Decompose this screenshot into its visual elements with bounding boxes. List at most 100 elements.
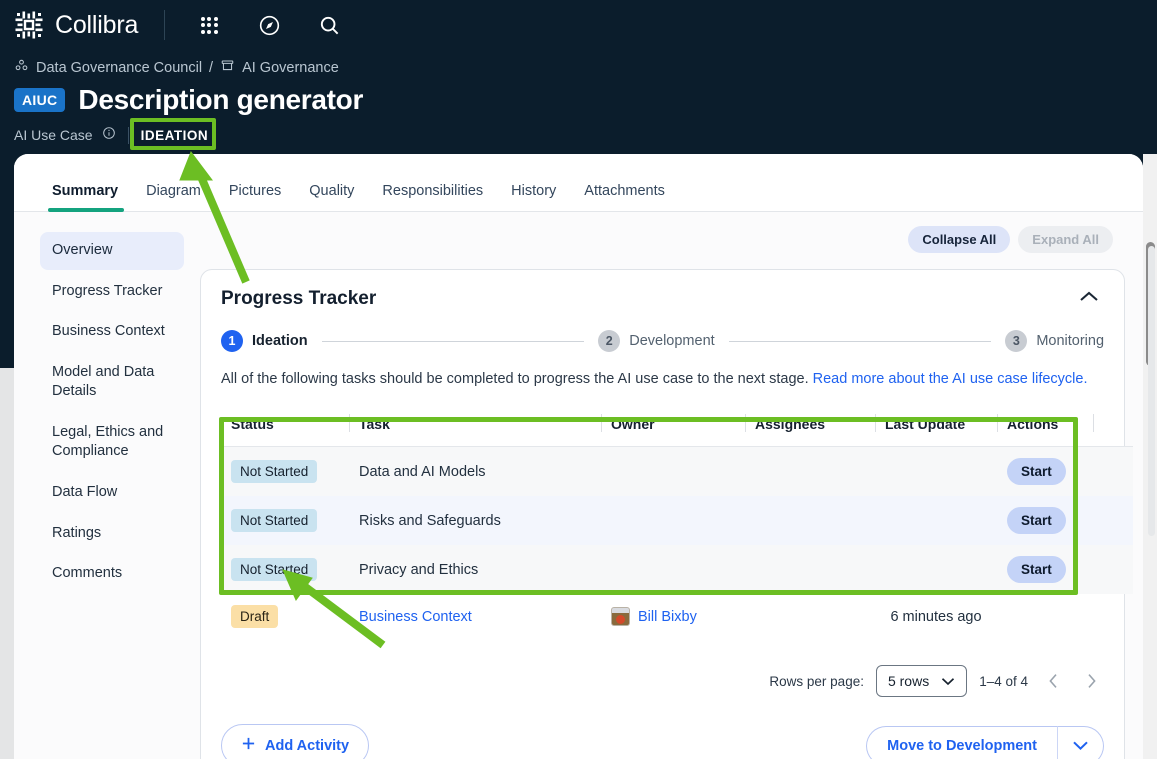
sidebar-item-overview[interactable]: Overview	[40, 232, 184, 270]
cell-last-update	[875, 496, 997, 546]
cell-status: Not Started	[221, 446, 349, 497]
cell-last-update	[875, 446, 997, 497]
chevron-left-icon[interactable]	[1040, 668, 1066, 694]
rows-per-page-value: 5 rows	[887, 673, 930, 690]
card-title: Progress Tracker	[221, 288, 377, 309]
brand-logo[interactable]: Collibra	[0, 10, 138, 40]
lifecycle-link[interactable]: Read more about the AI use case lifecycl…	[813, 371, 1088, 387]
community-icon	[14, 58, 29, 77]
cell-task: Data and AI Models	[349, 446, 601, 497]
table-row[interactable]: Not Started Risks and Safeguards Start	[221, 496, 1133, 546]
start-button[interactable]: Start	[1007, 507, 1066, 535]
column-spacer	[1093, 410, 1133, 448]
column-owner[interactable]: Owner	[601, 410, 745, 448]
pagination: Rows per page: 5 rows 1–4 of 4	[221, 665, 1104, 698]
move-to-development-split-button: Move to Development	[866, 725, 1104, 759]
cell-actions: Start	[997, 496, 1093, 546]
rows-per-page-select[interactable]: 5 rows	[875, 665, 968, 698]
page-title-row: AIUC Description generator	[14, 84, 363, 116]
lifecycle-stepper: 1 Ideation 2 Development 3 Monitoring	[221, 330, 1104, 352]
owner-link[interactable]: Bill Bixby	[638, 609, 697, 625]
sidebar-item-data-flow[interactable]: Data Flow	[40, 474, 184, 512]
breadcrumb-separator: /	[209, 59, 214, 76]
column-status[interactable]: Status	[221, 410, 349, 448]
cell-owner	[601, 545, 745, 595]
sidebar-item-comments[interactable]: Comments	[40, 555, 184, 593]
step-label: Ideation	[252, 333, 308, 349]
main-panel: Summary Diagram Pictures Quality Respons…	[14, 154, 1143, 759]
start-button[interactable]: Start	[1007, 556, 1066, 584]
collapse-all-button[interactable]: Collapse All	[908, 226, 1011, 253]
expand-all-button[interactable]: Expand All	[1018, 226, 1113, 253]
breadcrumb-community[interactable]: Data Governance Council	[36, 60, 202, 76]
section-nav: Overview Progress Tracker Business Conte…	[14, 212, 200, 759]
status-badge: IDEATION	[140, 127, 209, 143]
step-number: 3	[1005, 330, 1028, 352]
compass-icon[interactable]	[257, 13, 281, 37]
search-icon[interactable]	[317, 13, 341, 37]
progress-tracker-card: Progress Tracker 1 Ideation 2 Developmen…	[200, 269, 1133, 759]
tab-diagram[interactable]: Diagram	[132, 183, 215, 211]
task-table: Status Task Owner Assignees Last Update …	[221, 410, 1133, 639]
info-icon[interactable]	[102, 126, 116, 145]
column-task[interactable]: Task	[349, 410, 601, 448]
plus-icon	[241, 736, 256, 755]
step-development[interactable]: 2 Development	[598, 330, 715, 352]
column-actions[interactable]: Actions	[997, 410, 1093, 448]
cell-assignees	[745, 594, 875, 639]
cell-owner: Bill Bixby	[601, 594, 745, 639]
cell-assignees	[745, 545, 875, 595]
cell-spacer	[1093, 594, 1133, 639]
table-row[interactable]: Not Started Data and AI Models Start	[221, 446, 1133, 497]
breadcrumb-domain[interactable]: AI Governance	[242, 60, 339, 76]
brand-name: Collibra	[55, 10, 139, 39]
page-title: Description generator	[78, 84, 364, 115]
tab-responsibilities[interactable]: Responsibilities	[368, 183, 497, 211]
sidebar-item-ratings[interactable]: Ratings	[40, 515, 184, 553]
move-to-development-button[interactable]: Move to Development	[866, 725, 1058, 759]
asset-type-chip: AIUC	[14, 88, 66, 112]
collapse-controls: Collapse All Expand All	[200, 212, 1125, 253]
chevron-down-icon[interactable]	[1058, 725, 1104, 759]
page-meta-row: AI Use Case IDEATION	[14, 124, 208, 146]
apps-grid-icon[interactable]	[197, 13, 221, 37]
left-edge-strip	[0, 368, 14, 759]
column-last-update[interactable]: Last Update	[875, 410, 997, 448]
lifecycle-description: All of the following tasks should be com…	[221, 369, 1104, 390]
cell-actions: Start	[997, 446, 1093, 497]
avatar	[611, 607, 630, 627]
table-row[interactable]: Draft Business Context Bill Bixby 6 minu…	[221, 594, 1133, 639]
cell-status: Not Started	[221, 545, 349, 595]
meta-divider	[127, 126, 129, 144]
add-activity-button[interactable]: Add Activity	[221, 724, 370, 759]
cell-assignees	[745, 446, 875, 497]
cell-last-update	[875, 545, 997, 595]
cell-owner	[601, 496, 745, 546]
card-actions: Add Activity Move to Development	[221, 724, 1104, 759]
sidebar-item-business-context[interactable]: Business Context	[40, 313, 184, 351]
cell-task: Risks and Safeguards	[349, 496, 601, 546]
tab-summary[interactable]: Summary	[40, 183, 132, 212]
sidebar-item-model-and-data-details[interactable]: Model and Data Details	[40, 354, 184, 411]
tab-history[interactable]: History	[497, 183, 570, 211]
content-scrollbar-thumb[interactable]	[1148, 246, 1155, 536]
column-assignees[interactable]: Assignees	[745, 410, 875, 448]
tab-attachments[interactable]: Attachments	[570, 183, 679, 211]
step-label: Development	[629, 333, 715, 349]
status-badge: Not Started	[231, 460, 318, 484]
task-link[interactable]: Business Context	[359, 609, 472, 625]
tab-pictures[interactable]: Pictures	[215, 183, 295, 211]
tab-quality[interactable]: Quality	[295, 183, 368, 211]
rows-per-page-label: Rows per page:	[769, 673, 864, 689]
chevron-right-icon[interactable]	[1078, 668, 1104, 694]
start-button[interactable]: Start	[1007, 458, 1066, 486]
sidebar-item-progress-tracker[interactable]: Progress Tracker	[40, 273, 184, 311]
step-connector	[321, 340, 585, 342]
step-monitoring[interactable]: 3 Monitoring	[1005, 330, 1104, 352]
step-ideation[interactable]: 1 Ideation	[221, 330, 308, 352]
sidebar-item-legal-ethics-and-compliance[interactable]: Legal, Ethics and Compliance	[40, 414, 184, 471]
cell-spacer	[1093, 496, 1133, 546]
chevron-up-icon[interactable]	[1074, 288, 1104, 309]
app-header: Collibra	[0, 0, 1157, 50]
table-row[interactable]: Not Started Privacy and Ethics Start	[221, 545, 1133, 595]
